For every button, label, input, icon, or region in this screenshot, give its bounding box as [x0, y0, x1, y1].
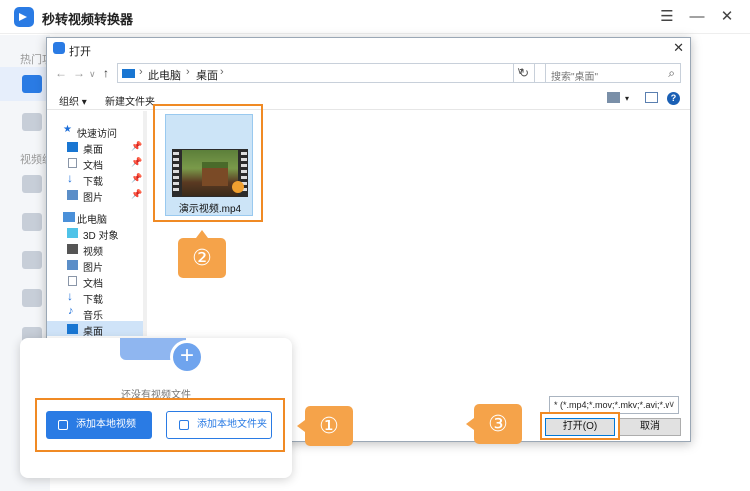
file-type-value: * (*.mp4;*.mov;*.mkv;*.avi;*.w — [554, 400, 669, 410]
new-folder-button[interactable]: 新建文件夹 — [105, 93, 155, 108]
tree-label: 此电脑 — [77, 215, 107, 226]
chevron-right-icon[interactable]: › — [220, 66, 224, 78]
tree-item-this-pc[interactable]: 此电脑 — [47, 209, 143, 226]
dialog-close-icon[interactable]: ✕ — [673, 40, 684, 56]
tree-item-desktop-pc[interactable]: 桌面 — [47, 321, 143, 336]
document-icon — [68, 276, 77, 286]
dialog-title: 打开 — [69, 46, 91, 58]
video-compress-icon[interactable] — [22, 251, 42, 269]
app-titlebar: 秒转视频转换器 ☰ — ✕ — [0, 0, 750, 34]
refresh-icon[interactable]: ↻ — [513, 63, 535, 83]
tree-label: 桌面 — [83, 327, 103, 336]
menu-icon[interactable]: ☰ — [656, 6, 678, 28]
app-title: 秒转视频转换器 — [42, 12, 134, 27]
document-icon — [68, 158, 77, 168]
desktop-icon — [67, 324, 78, 334]
breadcrumb-this-pc[interactable]: 此电脑 — [148, 67, 181, 83]
pin-icon[interactable]: 📌 — [131, 141, 142, 152]
search-input[interactable]: 搜索"桌面" ⌕ — [545, 63, 681, 83]
video-icon — [67, 244, 78, 254]
search-placeholder: 搜索"桌面" — [551, 72, 599, 83]
preview-pane-icon[interactable] — [645, 92, 658, 103]
plus-icon[interactable]: + — [170, 340, 204, 374]
tree-label: 文档 — [83, 161, 103, 172]
tree-label: 文档 — [83, 279, 103, 290]
desktop-icon — [67, 142, 78, 152]
dialog-toolbar: 组织 ▾ 新建文件夹 ▾ ? — [47, 88, 690, 110]
picture-icon — [67, 190, 78, 200]
step-badge-3: ③ — [466, 404, 522, 444]
up-arrow-icon[interactable]: ↑ — [103, 66, 109, 80]
search-icon: ⌕ — [668, 66, 675, 80]
navigation-scrollbar[interactable] — [143, 111, 147, 336]
tree-item-quick-access[interactable]: ★ 快速访问 — [47, 123, 143, 140]
back-arrow-icon[interactable]: ← — [55, 66, 67, 80]
video-merge-icon[interactable] — [22, 213, 42, 231]
tree-item-videos[interactable]: 视频 — [47, 241, 143, 258]
tree-item-downloads[interactable]: ↓ 下载 📌 — [47, 171, 143, 188]
tree-label: 下载 — [83, 295, 103, 306]
highlight-file-box — [153, 104, 263, 222]
pc-icon — [122, 69, 135, 78]
tree-item-downloads-pc[interactable]: ↓ 下载 — [47, 289, 143, 306]
address-bar[interactable]: › 此电脑 › 桌面 › ∨ — [117, 63, 557, 83]
dialog-app-icon — [53, 42, 65, 54]
highlight-open-button-box — [540, 412, 620, 440]
download-icon: ↓ — [67, 289, 73, 303]
tree-item-documents-pc[interactable]: 文档 — [47, 273, 143, 290]
tree-item-pictures-pc[interactable]: 图片 — [47, 257, 143, 274]
tree-label: 视频 — [83, 247, 103, 258]
cube-icon — [67, 228, 78, 238]
music-icon: ♪ — [68, 305, 74, 317]
organize-button[interactable]: 组织 ▾ — [59, 93, 87, 108]
chevron-right-icon[interactable]: › — [186, 66, 190, 78]
chevron-down-icon: ∨ — [668, 399, 675, 409]
tree-label: 3D 对象 — [83, 231, 119, 242]
forward-arrow-icon[interactable]: → — [73, 66, 85, 80]
navigation-pane: ★ 快速访问 桌面 📌 文档 📌 ↓ 下载 📌 图片 📌 此电脑 3D 对象 视… — [47, 111, 147, 336]
video-convert-icon[interactable] — [22, 75, 42, 93]
tree-item-desktop[interactable]: 桌面 📌 — [47, 139, 143, 156]
navigation-row: ← → ∨ ↑ › 此电脑 › 桌面 › ∨ ↻ 搜索"桌面" ⌕ — [47, 62, 690, 86]
video-crop-icon[interactable] — [22, 289, 42, 307]
view-dropdown-icon[interactable]: ▾ — [625, 94, 629, 103]
star-icon: ★ — [63, 124, 72, 135]
minimize-icon[interactable]: — — [686, 6, 708, 28]
breadcrumb-desktop[interactable]: 桌面 — [196, 67, 218, 83]
tree-label: 音乐 — [83, 311, 103, 322]
tree-item-music[interactable]: ♪ 音乐 — [47, 305, 143, 322]
recent-chevron-icon[interactable]: ∨ — [89, 69, 96, 80]
dialog-titlebar: 打开 ✕ — [47, 38, 690, 60]
tree-label: 桌面 — [83, 145, 103, 156]
video-edit-icon[interactable] — [22, 175, 42, 193]
highlight-add-buttons-box — [35, 398, 285, 452]
tree-label: 下载 — [83, 177, 103, 188]
pc-icon — [63, 212, 75, 222]
pin-icon[interactable]: 📌 — [131, 173, 142, 184]
close-icon[interactable]: ✕ — [716, 6, 738, 28]
tree-item-documents[interactable]: 文档 📌 — [47, 155, 143, 172]
tree-label: 快速访问 — [77, 129, 117, 140]
help-icon[interactable]: ? — [667, 92, 680, 105]
cancel-button[interactable]: 取消 — [619, 418, 681, 436]
step-badge-1: ① — [297, 406, 353, 446]
download-icon: ↓ — [67, 171, 73, 185]
step-badge-2: ② — [178, 230, 226, 278]
tree-item-3d-objects[interactable]: 3D 对象 — [47, 225, 143, 242]
view-mode-icon[interactable] — [607, 92, 620, 103]
app-logo-icon — [14, 7, 34, 27]
pin-icon[interactable]: 📌 — [131, 157, 142, 168]
audio-convert-icon[interactable] — [22, 113, 42, 131]
chevron-right-icon[interactable]: › — [139, 66, 143, 78]
tree-label: 图片 — [83, 193, 103, 204]
tree-item-pictures[interactable]: 图片 📌 — [47, 187, 143, 204]
tree-label: 图片 — [83, 263, 103, 274]
picture-icon — [67, 260, 78, 270]
pin-icon[interactable]: 📌 — [131, 189, 142, 200]
